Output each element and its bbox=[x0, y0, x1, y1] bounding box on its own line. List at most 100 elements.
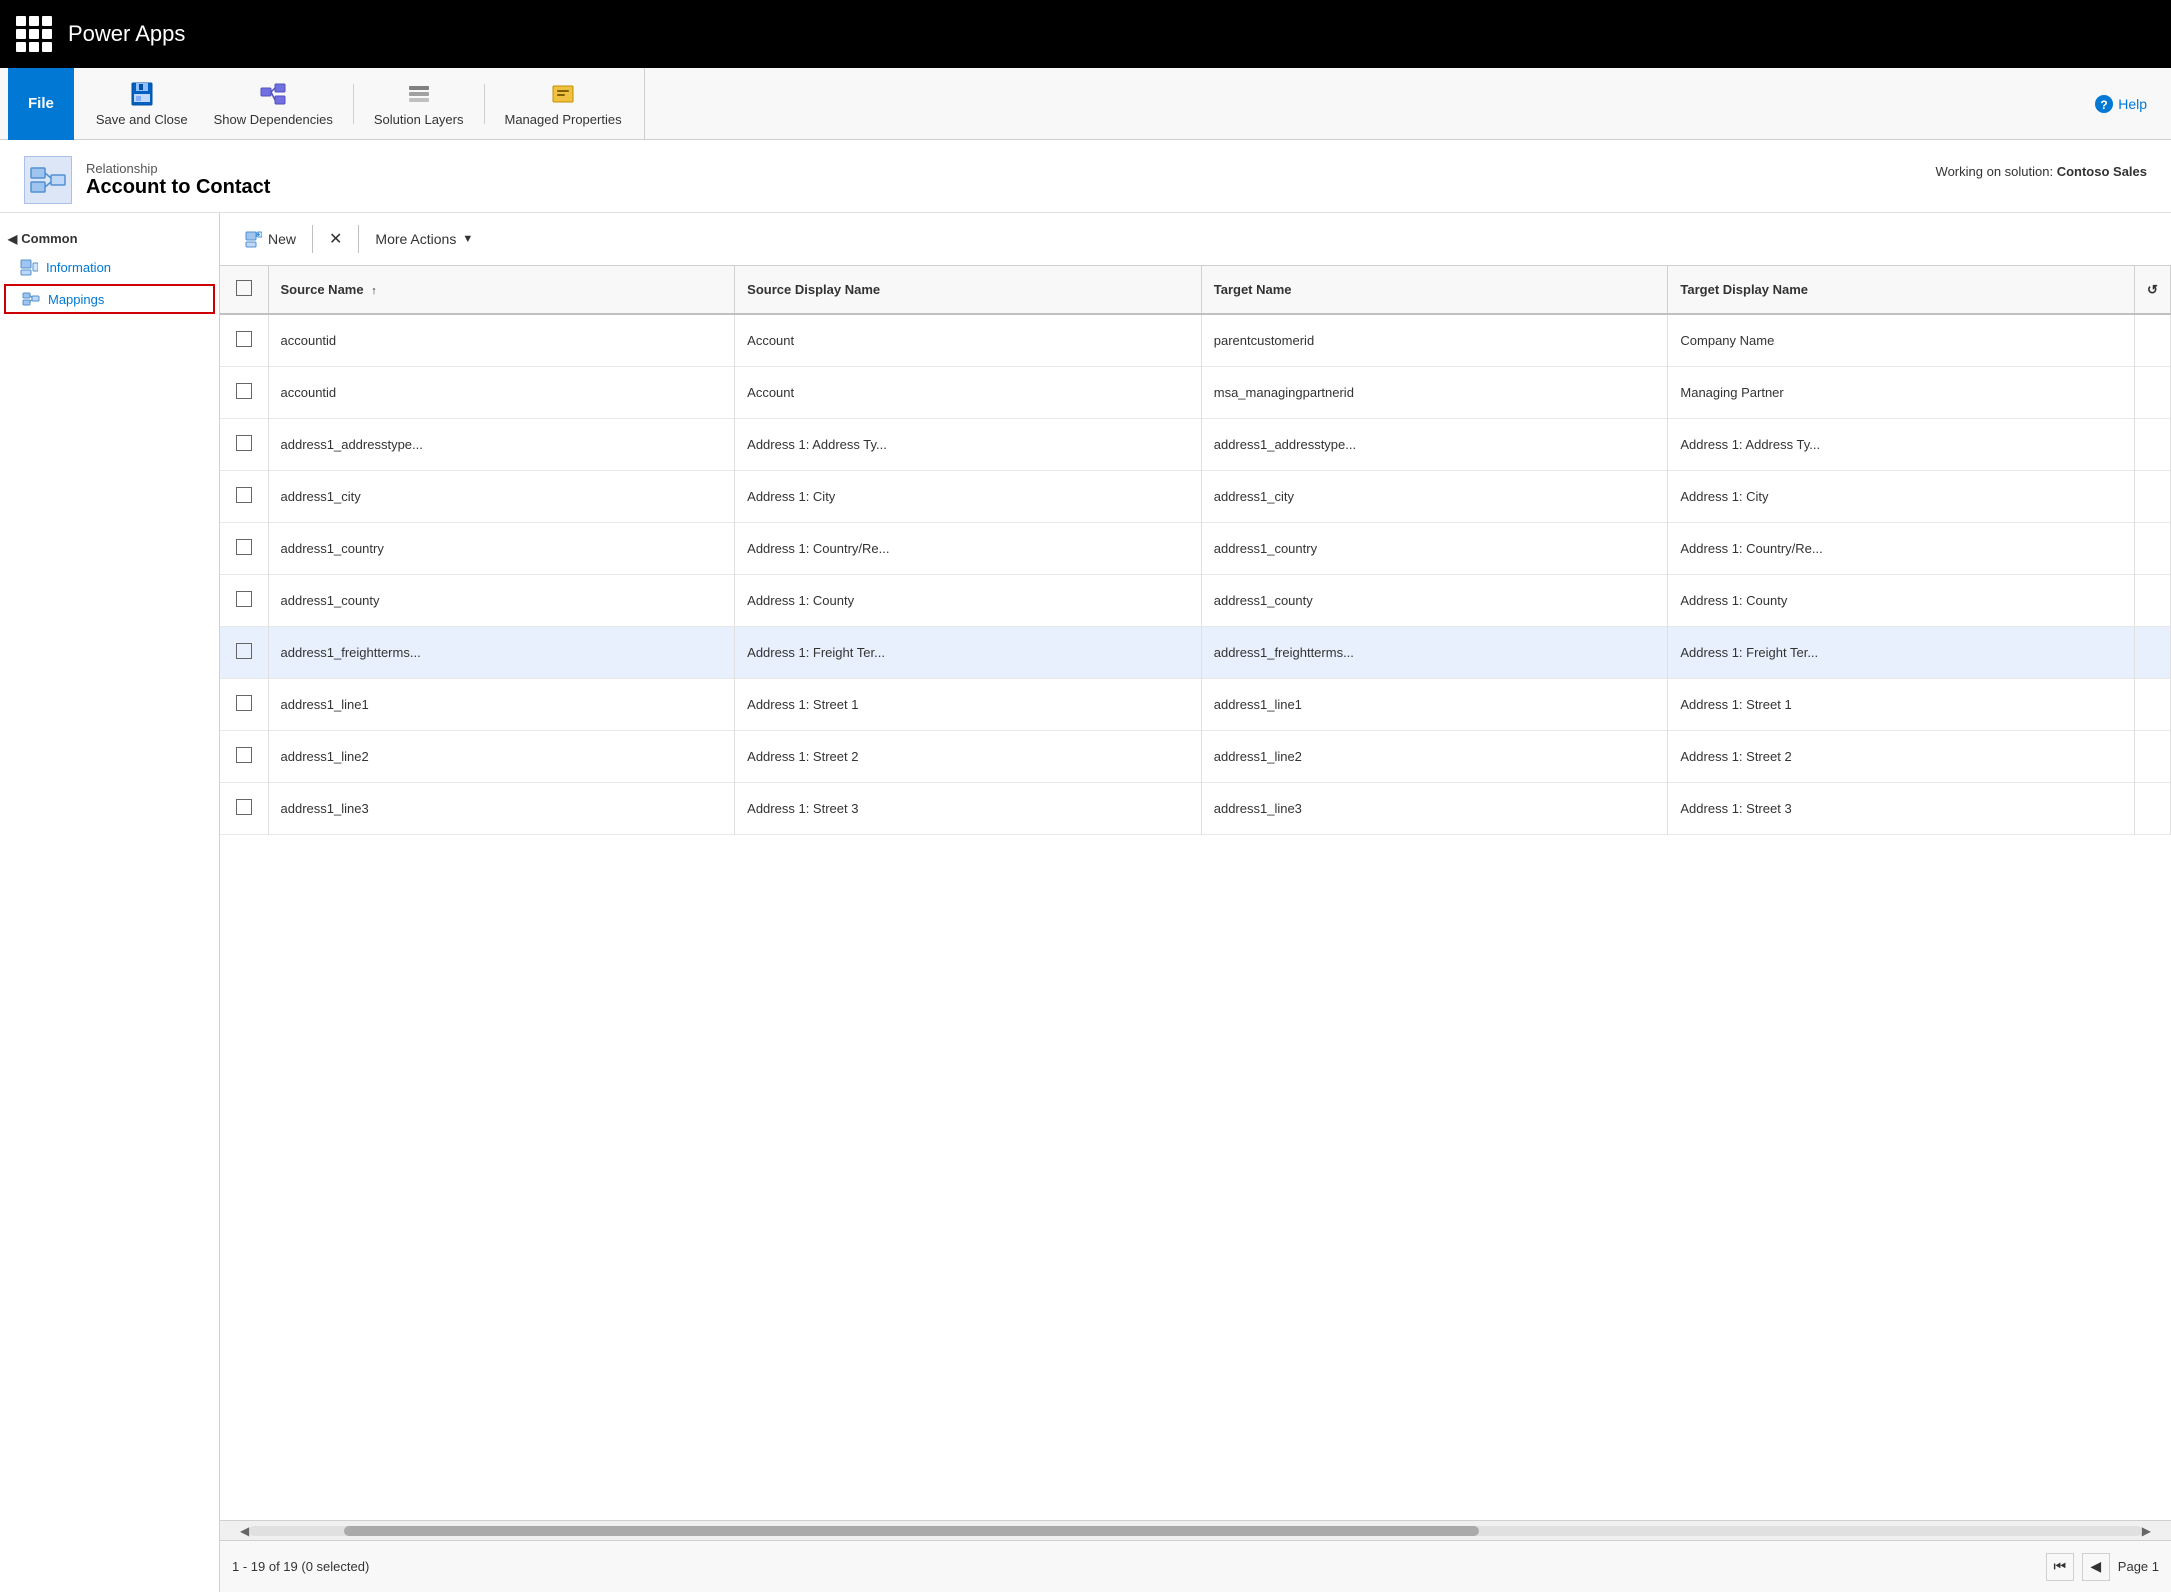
table-header-row: Source Name ↑ Source Display Name Target… bbox=[220, 266, 2171, 314]
row-checkbox-cell bbox=[220, 522, 268, 574]
select-all-checkbox[interactable] bbox=[236, 280, 252, 296]
body-area: ◀ Common Information Map bbox=[0, 213, 2171, 1592]
row-checkbox-cell bbox=[220, 782, 268, 834]
source-name-cell: address1_line1 bbox=[268, 678, 735, 730]
managed-props-icon bbox=[549, 80, 577, 108]
new-button[interactable]: + New bbox=[232, 224, 308, 254]
target-name-cell: address1_line1 bbox=[1201, 678, 1668, 730]
target-display-name-col-label: Target Display Name bbox=[1680, 282, 1808, 297]
section-collapse-icon[interactable]: ◀ bbox=[8, 232, 17, 246]
refresh-icon[interactable]: ↺ bbox=[2147, 282, 2158, 297]
file-button[interactable]: File bbox=[8, 68, 74, 140]
svg-text:+: + bbox=[257, 233, 261, 239]
solution-layers-label: Solution Layers bbox=[374, 112, 464, 127]
first-page-button[interactable]: ⏮ bbox=[2046, 1553, 2074, 1581]
prev-page-button[interactable]: ◀ bbox=[2082, 1553, 2110, 1581]
sidebar-item-mappings-label: Mappings bbox=[48, 292, 104, 307]
page-header: Relationship Account to Contact Working … bbox=[0, 140, 2171, 213]
sidebar-section-header: ◀ Common bbox=[0, 225, 219, 252]
show-deps-icon bbox=[259, 80, 287, 108]
source-display-name-cell: Address 1: Address Ty... bbox=[735, 418, 1202, 470]
data-grid[interactable]: Source Name ↑ Source Display Name Target… bbox=[220, 266, 2171, 1520]
solution-layers-icon bbox=[405, 80, 433, 108]
save-close-button[interactable]: Save and Close bbox=[86, 74, 198, 134]
table-row[interactable]: accountid Account msa_managingpartnerid … bbox=[220, 366, 2171, 418]
sidebar-item-information[interactable]: Information bbox=[0, 252, 219, 282]
row-checkbox-cell bbox=[220, 418, 268, 470]
source-display-name-cell: Address 1: City bbox=[735, 470, 1202, 522]
table-row[interactable]: address1_country Address 1: Country/Re..… bbox=[220, 522, 2171, 574]
working-on: Working on solution: Contoso Sales bbox=[1936, 156, 2147, 179]
source-name-cell: accountid bbox=[268, 366, 735, 418]
row-checkbox[interactable] bbox=[236, 799, 252, 815]
source-name-cell: address1_addresstype... bbox=[268, 418, 735, 470]
scroll-thumb[interactable] bbox=[344, 1526, 1480, 1536]
row-checkbox[interactable] bbox=[236, 643, 252, 659]
row-checkbox[interactable] bbox=[236, 539, 252, 555]
waffle-icon[interactable] bbox=[16, 16, 52, 52]
page-header-text: Relationship Account to Contact bbox=[86, 161, 270, 199]
table-row[interactable]: accountid Account parentcustomerid Compa… bbox=[220, 314, 2171, 366]
source-name-col[interactable]: Source Name ↑ bbox=[268, 266, 735, 314]
source-name-col-label: Source Name bbox=[281, 282, 364, 297]
scroll-track[interactable] bbox=[249, 1526, 2142, 1536]
information-icon bbox=[20, 258, 38, 276]
row-action-cell bbox=[2135, 626, 2171, 678]
new-label: New bbox=[268, 231, 296, 247]
source-display-name-col[interactable]: Source Display Name bbox=[735, 266, 1202, 314]
more-actions-button[interactable]: More Actions ▼ bbox=[363, 225, 485, 253]
target-display-name-cell: Address 1: Address Ty... bbox=[1668, 418, 2135, 470]
row-checkbox[interactable] bbox=[236, 695, 252, 711]
more-actions-chevron: ▼ bbox=[462, 233, 473, 245]
target-name-cell: address1_line2 bbox=[1201, 730, 1668, 782]
row-action-cell bbox=[2135, 366, 2171, 418]
table-row[interactable]: address1_line3 Address 1: Street 3 addre… bbox=[220, 782, 2171, 834]
target-name-cell: address1_country bbox=[1201, 522, 1668, 574]
managed-props-button[interactable]: Managed Properties bbox=[495, 74, 632, 134]
table-row[interactable]: address1_freightterms... Address 1: Frei… bbox=[220, 626, 2171, 678]
source-name-cell: address1_line2 bbox=[268, 730, 735, 782]
sidebar: ◀ Common Information Map bbox=[0, 213, 220, 1592]
row-checkbox[interactable] bbox=[236, 331, 252, 347]
sidebar-item-mappings[interactable]: Mappings bbox=[4, 284, 215, 314]
managed-props-label: Managed Properties bbox=[505, 112, 622, 127]
table-row[interactable]: address1_city Address 1: City address1_c… bbox=[220, 470, 2171, 522]
scroll-right-arrow[interactable]: ▶ bbox=[2142, 1524, 2151, 1538]
toolbar-sep2 bbox=[358, 225, 359, 253]
row-checkbox[interactable] bbox=[236, 383, 252, 399]
table-row[interactable]: address1_line2 Address 1: Street 2 addre… bbox=[220, 730, 2171, 782]
show-deps-button[interactable]: Show Dependencies bbox=[204, 74, 343, 134]
row-action-cell bbox=[2135, 730, 2171, 782]
refresh-col[interactable]: ↺ bbox=[2135, 266, 2171, 314]
help-button[interactable]: ? Help bbox=[2094, 94, 2147, 114]
new-icon: + bbox=[244, 230, 262, 248]
row-checkbox[interactable] bbox=[236, 487, 252, 503]
row-action-cell bbox=[2135, 782, 2171, 834]
table-row[interactable]: address1_addresstype... Address 1: Addre… bbox=[220, 418, 2171, 470]
app-title: Power Apps bbox=[68, 21, 185, 47]
source-display-name-cell: Address 1: County bbox=[735, 574, 1202, 626]
row-checkbox[interactable] bbox=[236, 591, 252, 607]
ribbon-right: ? Help bbox=[2094, 94, 2163, 114]
table-row[interactable]: address1_county Address 1: County addres… bbox=[220, 574, 2171, 626]
target-name-col-label: Target Name bbox=[1214, 282, 1292, 297]
main-content: Relationship Account to Contact Working … bbox=[0, 140, 2171, 1592]
target-display-name-cell: Address 1: County bbox=[1668, 574, 2135, 626]
source-name-cell: address1_country bbox=[268, 522, 735, 574]
target-display-name-col[interactable]: Target Display Name bbox=[1668, 266, 2135, 314]
table-row[interactable]: address1_line1 Address 1: Street 1 addre… bbox=[220, 678, 2171, 730]
row-checkbox[interactable] bbox=[236, 747, 252, 763]
select-all-col[interactable] bbox=[220, 266, 268, 314]
solution-layers-button[interactable]: Solution Layers bbox=[364, 74, 474, 134]
row-checkbox[interactable] bbox=[236, 435, 252, 451]
row-action-cell bbox=[2135, 418, 2171, 470]
source-name-cell: address1_city bbox=[268, 470, 735, 522]
relationship-icon bbox=[24, 156, 72, 204]
scroll-left-arrow[interactable]: ◀ bbox=[240, 1524, 249, 1538]
delete-button[interactable]: ✕ bbox=[317, 223, 354, 255]
horizontal-scrollbar[interactable]: ◀ ▶ bbox=[220, 1520, 2171, 1540]
row-checkbox-cell bbox=[220, 730, 268, 782]
row-checkbox-cell bbox=[220, 678, 268, 730]
target-display-name-cell: Address 1: Country/Re... bbox=[1668, 522, 2135, 574]
target-name-col[interactable]: Target Name bbox=[1201, 266, 1668, 314]
